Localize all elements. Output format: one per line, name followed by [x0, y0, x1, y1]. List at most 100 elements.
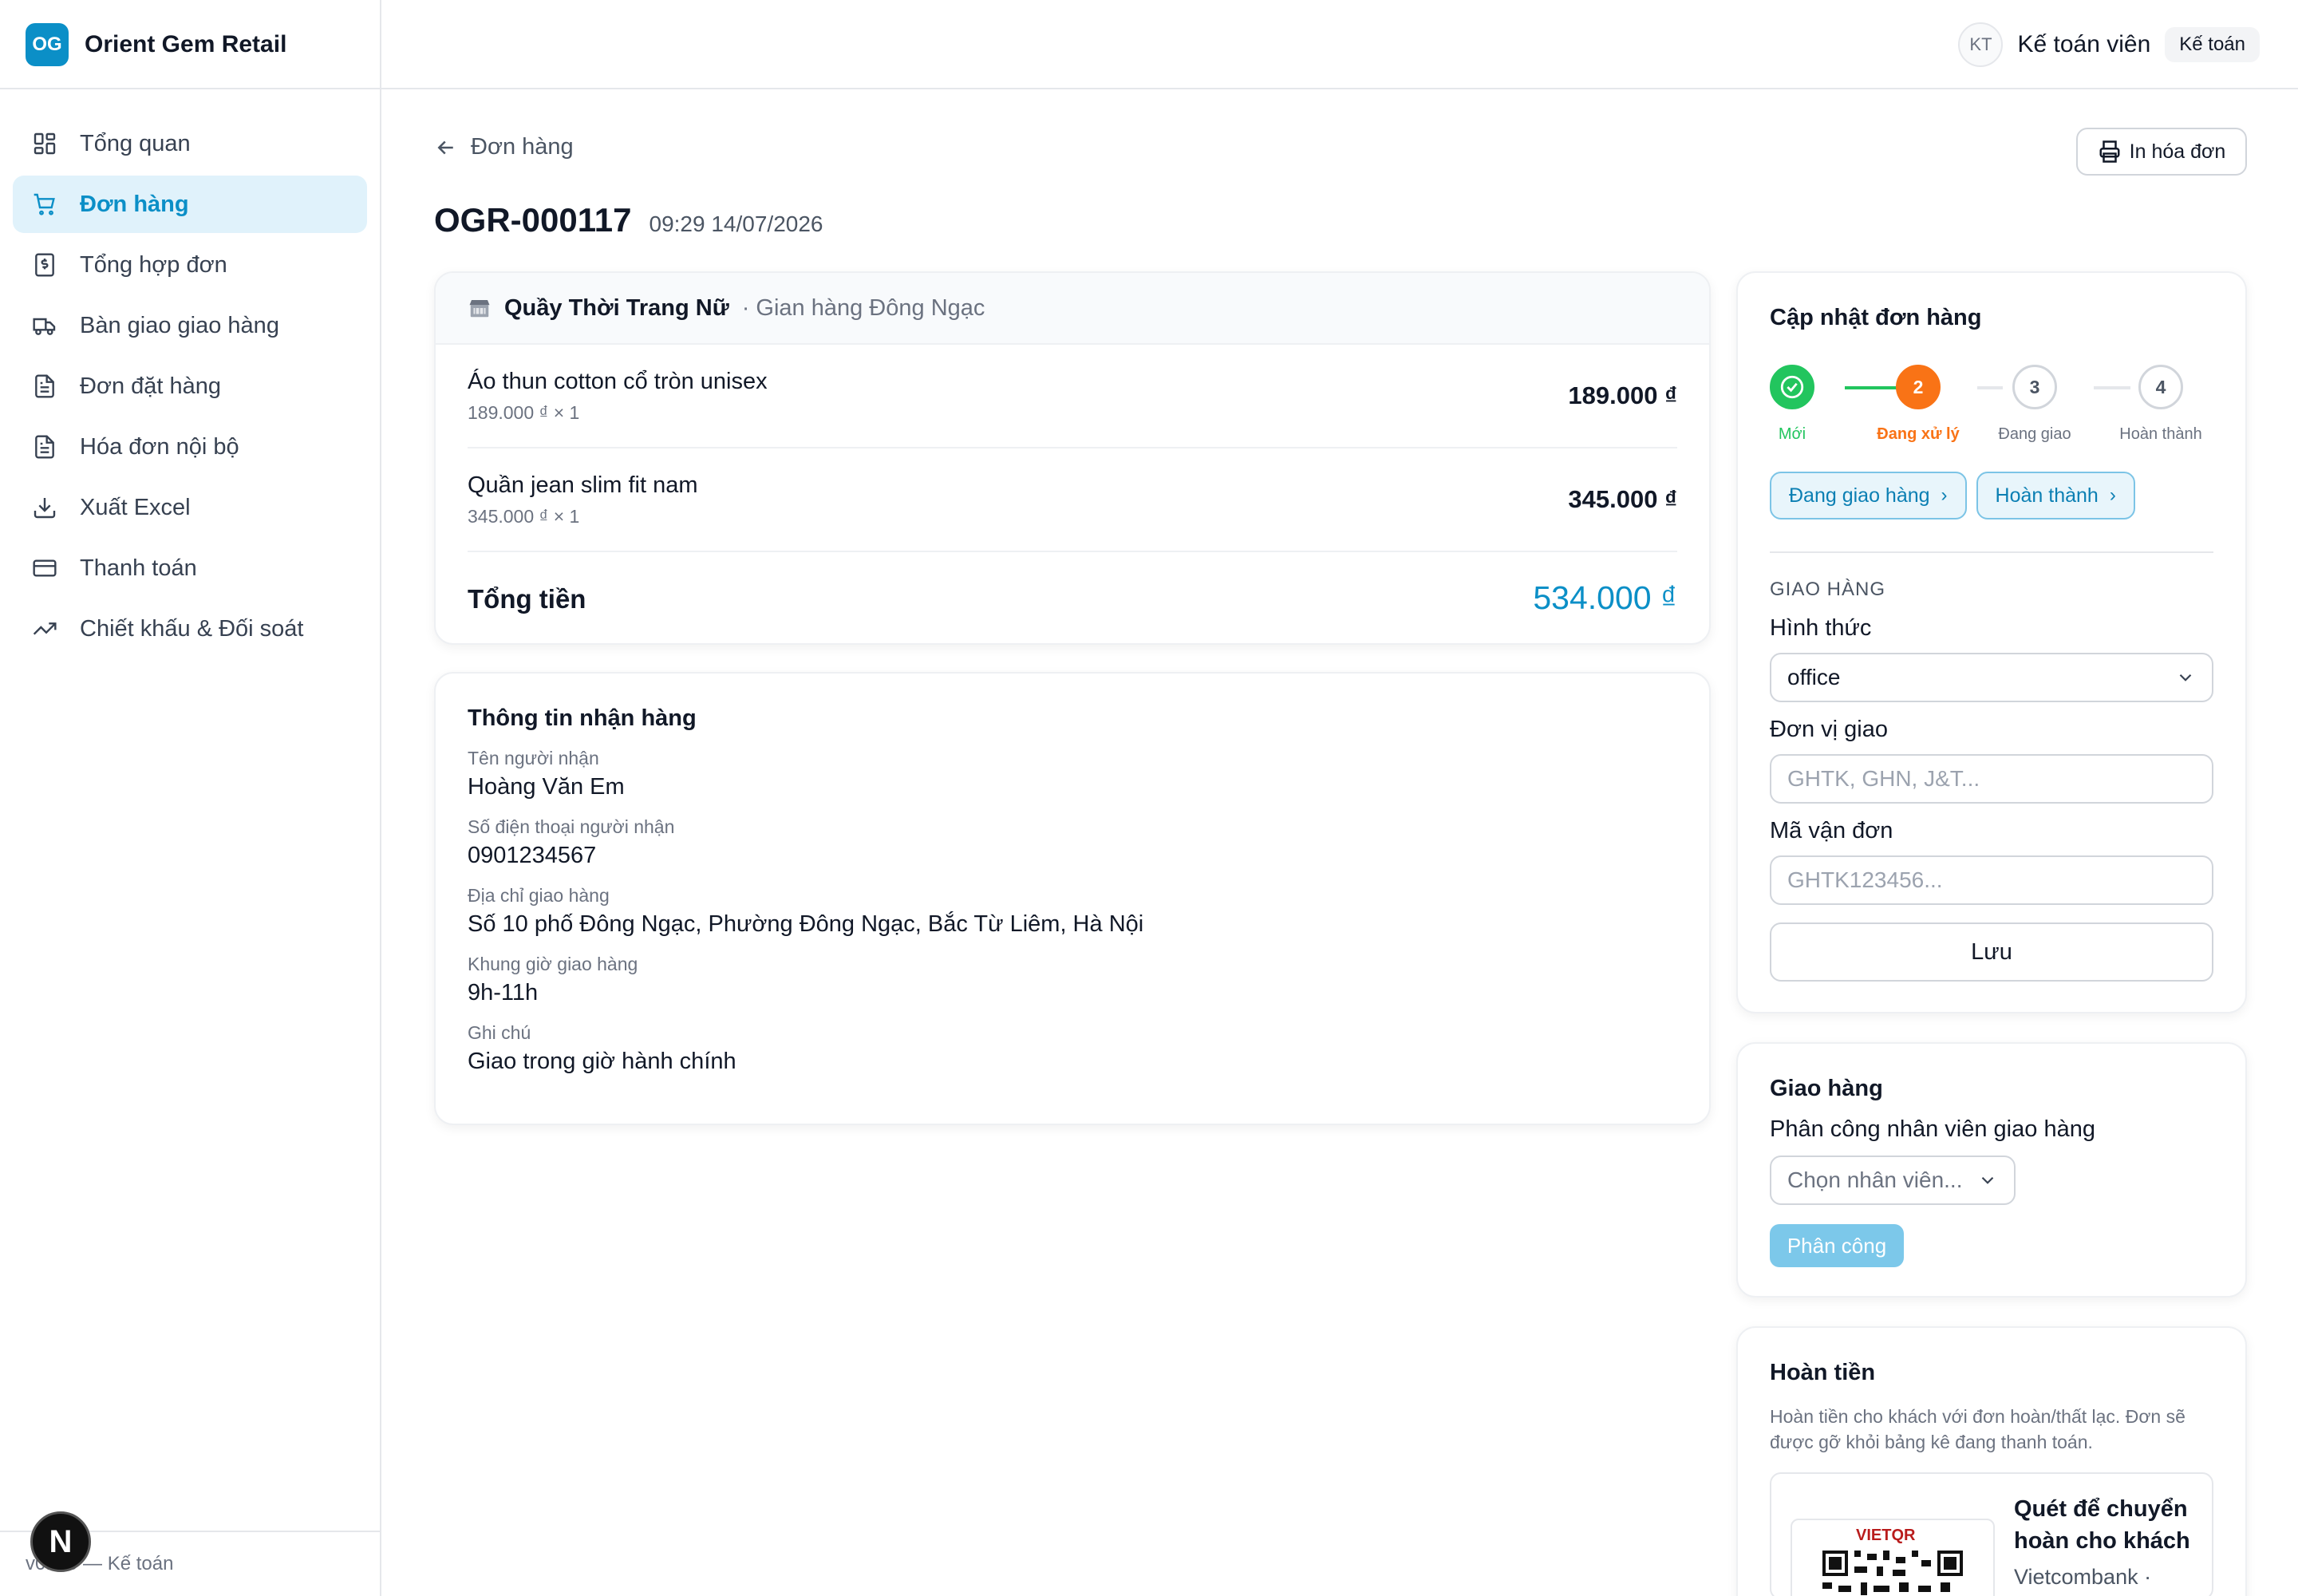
sidebar-item-payment[interactable]: Thanh toán	[13, 539, 367, 597]
item-unit-price: 345.000 ₫ × 1	[468, 506, 580, 527]
cart-icon	[32, 192, 57, 217]
carrier-placeholder: GHTK, GHN, J&T...	[1787, 766, 1980, 791]
item-unit-price: 189.000 ₫ × 1	[468, 402, 580, 423]
top-bar: OG Orient Gem Retail KT Kế toán viên Kế …	[0, 0, 2298, 89]
item-name: Áo thun cotton cổ tròn unisex	[468, 369, 768, 394]
step-label: Hoàn thành	[2119, 425, 2202, 443]
sidebar-item-label: Bàn giao giao hàng	[80, 312, 279, 338]
store-name: Quầy Thời Trang Nữ	[504, 294, 729, 321]
sidebar-item-orders[interactable]: Đơn hàng	[13, 176, 367, 233]
field-label: Địa chỉ giao hàng	[468, 885, 610, 906]
page-title: OGR-000117 09:29 14/07/2026	[434, 201, 823, 239]
field-value: 0901234567	[468, 843, 597, 868]
sidebar-item-label: Đơn hàng	[80, 191, 189, 217]
vietqr-logo: VIETQR	[1856, 1527, 1916, 1544]
sidebar-item-discount-reconciliation[interactable]: Chiết khấu & Đối soát	[13, 600, 367, 658]
role-badge: Kế toán	[2165, 27, 2260, 62]
assign-label: Phân công nhân viên giao hàng	[1770, 1116, 2095, 1142]
avatar[interactable]: KT	[1958, 22, 2004, 67]
tracking-number-input[interactable]: GHTK123456...	[1770, 855, 2213, 905]
order-items-card: Quầy Thời Trang Nữ · Gian hàng Đông Ngạc…	[434, 271, 1711, 645]
button-label: Đang giao hàng	[1789, 484, 1930, 507]
chevron-right-icon: ›	[2109, 484, 2116, 506]
staff-select[interactable]: Chọn nhân viên...	[1770, 1156, 2016, 1205]
dashboard-icon	[32, 131, 57, 156]
receiver-info-card: Thông tin nhận hàng Tên người nhận Hoàng…	[434, 672, 1711, 1125]
assign-button[interactable]: Phân công	[1770, 1224, 1904, 1267]
chevron-down-icon	[2179, 674, 2192, 681]
brand[interactable]: OG Orient Gem Retail	[0, 0, 381, 89]
step-label: Mới	[1778, 425, 1806, 443]
method-label: Hình thức	[1770, 615, 1872, 641]
field-value: Số 10 phố Đông Ngạc, Phường Đông Ngạc, B…	[468, 911, 1144, 937]
document-icon	[32, 434, 57, 460]
sidebar-item-label: Hóa đơn nội bộ	[80, 433, 239, 460]
sidebar-item-label: Tổng quan	[80, 130, 191, 156]
refund-title: Hoàn tiền	[1770, 1360, 1876, 1385]
button-label: Hoàn thành	[1995, 484, 2099, 507]
order-code: OGR-000117	[434, 201, 632, 239]
refund-qr-box: VIETQR Quét để chuyển hoàn cho khách Vie…	[1770, 1472, 2213, 1596]
mark-shipping-button[interactable]: Đang giao hàng ›	[1770, 472, 1967, 519]
field-label: Tên người nhận	[468, 748, 599, 768]
qr-code-icon	[1822, 1551, 1963, 1595]
sidebar: Tổng quan Đơn hàng Tổng hợp đơn Bàn giao…	[0, 89, 381, 1596]
list-item: Quần jean slim fit nam 345.000 ₫ × 1 345…	[468, 448, 1677, 552]
next-dev-badge[interactable]: N	[30, 1511, 91, 1572]
store-header: Quầy Thời Trang Nữ · Gian hàng Đông Ngạc	[436, 273, 1709, 345]
field-value: Hoàng Văn Em	[468, 774, 625, 800]
receiver-phone-field: Số điện thoại người nhận 0901234567	[468, 816, 1677, 869]
step-circle: 4	[2138, 365, 2183, 409]
document-icon	[32, 373, 57, 399]
download-icon	[32, 495, 57, 520]
total-value: 534.000 ₫	[1533, 579, 1677, 616]
save-button[interactable]: Lưu	[1770, 922, 2213, 982]
sidebar-item-purchase-orders[interactable]: Đơn đặt hàng	[13, 358, 367, 415]
staff-placeholder: Chọn nhân viên...	[1787, 1167, 1963, 1192]
chevron-right-icon: ›	[1941, 484, 1948, 506]
field-label: Số điện thoại người nhận	[468, 816, 675, 837]
refund-card: Hoàn tiền Hoàn tiền cho khách với đơn ho…	[1736, 1326, 2247, 1596]
total-label: Tổng tiền	[468, 584, 586, 614]
delivery-title: Giao hàng	[1770, 1076, 1883, 1101]
step-circle: 2	[1896, 365, 1941, 409]
trending-up-icon	[32, 616, 57, 642]
divider	[1770, 551, 2213, 553]
field-label: Ghi chú	[468, 1022, 531, 1043]
brand-name: Orient Gem Retail	[85, 31, 287, 57]
step-processing: 2 Đang xử lý	[1870, 365, 1966, 444]
field-value: Giao trong giờ hành chính	[468, 1049, 736, 1074]
step-completed: 4 Hoàn thành	[2113, 365, 2209, 444]
back-to-orders-link[interactable]: Đơn hàng	[434, 134, 574, 160]
truck-icon	[32, 313, 57, 338]
field-value: 9h-11h	[468, 980, 539, 1005]
sidebar-item-order-summary[interactable]: Tổng hợp đơn	[13, 236, 367, 294]
shipping-method-select[interactable]: office	[1770, 653, 2213, 702]
sidebar-item-overview[interactable]: Tổng quan	[13, 115, 367, 172]
user-menu[interactable]: KT Kế toán viên Kế toán	[1958, 22, 2260, 67]
refund-description: Hoàn tiền cho khách với đơn hoàn/thất lạ…	[1770, 1406, 2185, 1452]
item-name: Quần jean slim fit nam	[468, 472, 698, 498]
sidebar-item-label: Đơn đặt hàng	[80, 373, 222, 399]
sidebar-nav: Tổng quan Đơn hàng Tổng hợp đơn Bàn giao…	[0, 89, 380, 658]
field-label: Khung giờ giao hàng	[468, 954, 638, 974]
tracking-label: Mã vận đơn	[1770, 818, 1893, 843]
carrier-input[interactable]: GHTK, GHN, J&T...	[1770, 754, 2213, 804]
selected-value: office	[1787, 665, 1841, 689]
sidebar-item-label: Thanh toán	[80, 555, 197, 581]
sidebar-item-internal-invoices[interactable]: Hóa đơn nội bộ	[13, 418, 367, 476]
qr-bank: Vietcombank ·	[2014, 1565, 2152, 1589]
order-status-stepper: Mới 2 Đang xử lý 3 Đang giao 4 Hoàn thàn…	[1770, 365, 2213, 468]
dollar-doc-icon	[32, 252, 57, 278]
step-circle	[1770, 365, 1814, 409]
sidebar-item-delivery-handover[interactable]: Bàn giao giao hàng	[13, 297, 367, 354]
brand-logo: OG	[26, 23, 69, 66]
print-invoice-button[interactable]: In hóa đơn	[2076, 128, 2247, 176]
credit-card-icon	[32, 555, 57, 581]
mark-completed-button[interactable]: Hoàn thành ›	[1976, 472, 2135, 519]
print-label: In hóa đơn	[2129, 140, 2226, 163]
store-icon	[469, 300, 490, 318]
sidebar-item-export-excel[interactable]: Xuất Excel	[13, 479, 367, 536]
list-item: Áo thun cotton cổ tròn unisex 189.000 ₫ …	[468, 345, 1677, 448]
store-location: · Gian hàng Đông Ngạc	[741, 294, 985, 321]
